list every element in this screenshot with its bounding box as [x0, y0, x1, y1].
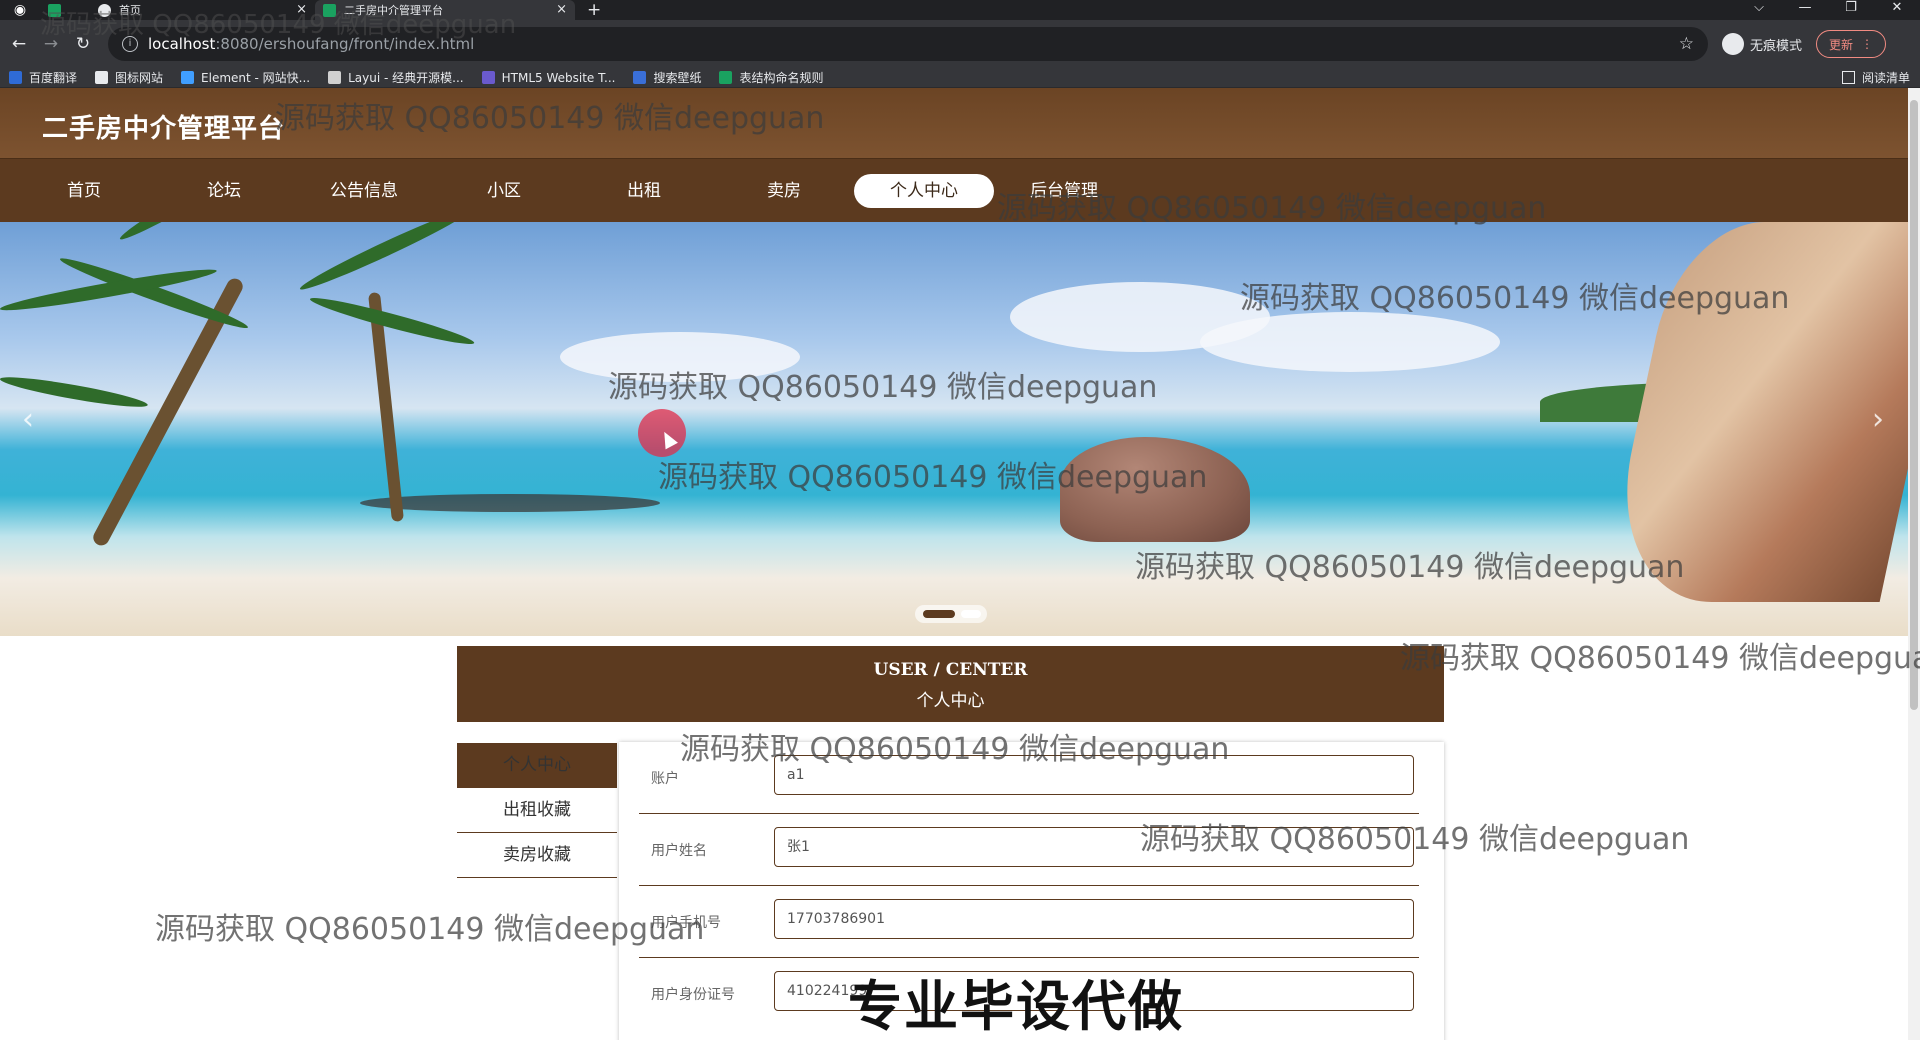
- watermark-text: 源码获取 QQ86050149 微信deepguan: [40, 10, 517, 40]
- carousel-dot[interactable]: [961, 610, 981, 618]
- bookmark-item[interactable]: Layui - 经典开源模...: [319, 69, 472, 86]
- bookmark-item[interactable]: 搜索壁纸: [624, 69, 710, 86]
- kebab-menu-icon[interactable]: ⋮: [1861, 37, 1873, 51]
- watermark-text: 源码获取 QQ86050149 微信deepguan: [275, 101, 825, 136]
- bookmark-item[interactable]: HTML5 Website T...: [473, 71, 625, 85]
- bookmark-item[interactable]: 图标网站: [86, 69, 172, 86]
- carousel-indicators: [915, 605, 987, 623]
- page-scrollbar[interactable]: [1908, 88, 1920, 1040]
- html5-icon: [481, 71, 495, 84]
- user-center-menu: 个人中心 出租收藏 卖房收藏: [457, 743, 617, 878]
- site-title: 二手房中介管理平台: [42, 114, 286, 144]
- watermark-text: 源码获取 QQ86050149 微信deepguan: [658, 460, 1208, 495]
- translate-icon: [9, 71, 22, 84]
- element-icon: [181, 71, 195, 84]
- nav-community[interactable]: 小区: [434, 174, 574, 208]
- reading-list-icon: [1841, 71, 1855, 84]
- reading-list-label: 阅读清单: [1861, 71, 1910, 85]
- bookmark-label: 搜索壁纸: [653, 71, 702, 85]
- bookmark-label: 图标网站: [115, 71, 164, 85]
- nav-user-center[interactable]: 个人中心: [854, 173, 994, 208]
- update-label: 更新: [1829, 37, 1854, 52]
- watermark-text: 源码获取 QQ86050149 微信deepguan: [608, 370, 1158, 405]
- bookmark-label: 表结构命名规则: [739, 71, 824, 85]
- bookmark-item[interactable]: 表结构命名规则: [710, 69, 832, 86]
- user-center-header: USER / CENTER 个人中心: [457, 646, 1444, 722]
- profile-label: 无痕模式: [1750, 38, 1803, 54]
- carousel-next-button[interactable]: ›: [1872, 402, 1884, 437]
- bookmark-label: Layui - 经典开源模...: [348, 71, 464, 85]
- menu-item-rent-favorites[interactable]: 出租收藏: [457, 788, 617, 833]
- nav-notice[interactable]: 公告信息: [294, 174, 434, 208]
- nav-home[interactable]: 首页: [14, 174, 154, 208]
- wallpaper-icon: [633, 71, 647, 84]
- flag-icon: [95, 71, 109, 84]
- update-button[interactable]: 更新 ⋮: [1816, 30, 1887, 58]
- window-controls: ⌵ — ❐ ✕: [1736, 0, 1920, 20]
- browser-menu-icon[interactable]: ◉: [0, 0, 40, 20]
- bookmark-star-icon[interactable]: ☆: [1679, 34, 1694, 54]
- account-label: 账户: [651, 771, 679, 787]
- carousel-dot[interactable]: [923, 610, 955, 618]
- id-number-label: 用户身份证号: [651, 987, 735, 1003]
- incognito-icon: [1722, 33, 1744, 55]
- phone-input[interactable]: 17703786901: [774, 899, 1414, 939]
- scrollbar-thumb[interactable]: [1910, 100, 1918, 710]
- reading-list-button[interactable]: 阅读清单: [1841, 69, 1920, 86]
- form-row-phone: 用户手机号 17703786901: [639, 886, 1419, 958]
- menu-item-profile[interactable]: 个人中心: [457, 743, 617, 788]
- bookmark-label: HTML5 Website T...: [501, 70, 616, 85]
- bookmark-label: 百度翻译: [29, 71, 78, 85]
- carousel-prev-button[interactable]: ‹: [22, 402, 34, 437]
- watermark-text: 源码获取 QQ86050149 微信deepguan: [1240, 281, 1790, 316]
- main-nav: 首页 论坛 公告信息 小区 出租 卖房 个人中心 后台管理: [0, 158, 1908, 222]
- minimize-button[interactable]: —: [1782, 0, 1828, 20]
- incognito-profile[interactable]: 无痕模式: [1722, 33, 1802, 55]
- banner-cloud: [1200, 312, 1500, 372]
- layui-icon: [328, 71, 342, 84]
- name-label: 用户姓名: [651, 843, 707, 859]
- bookmark-item[interactable]: Element - 网站快...: [172, 69, 319, 86]
- nav-sell[interactable]: 卖房: [714, 174, 854, 208]
- menu-item-sell-favorites[interactable]: 卖房收藏: [457, 833, 617, 878]
- close-tab-icon[interactable]: ×: [556, 2, 567, 17]
- watermark-text: 源码获取 QQ86050149 微信deepguan: [1140, 822, 1690, 857]
- user-center-title-cn: 个人中心: [916, 691, 985, 711]
- banner-shore-rock: [360, 494, 660, 512]
- bookmarks-bar: 百度翻译 图标网站 Element - 网站快... Layui - 经典开源模…: [0, 68, 1920, 88]
- close-window-button[interactable]: ✕: [1874, 0, 1920, 20]
- promo-stamp: 专业毕设代做: [848, 975, 1184, 1038]
- tab-search-icon[interactable]: ⌵: [1736, 0, 1782, 20]
- watermark-text: 源码获取 QQ86050149 微信deepguan: [997, 191, 1547, 226]
- nav-forum[interactable]: 论坛: [154, 174, 294, 208]
- watermark-text: 源码获取 QQ86050149 微信deepguan: [1400, 641, 1920, 676]
- watermark-text: 源码获取 QQ86050149 微信deepguan: [680, 732, 1230, 767]
- user-center-title-en: USER / CENTER: [873, 660, 1028, 680]
- nav-rent[interactable]: 出租: [574, 174, 714, 208]
- watermark-text: 源码获取 QQ86050149 微信deepguan: [155, 912, 705, 947]
- watermark-text: 源码获取 QQ86050149 微信deepguan: [1135, 550, 1685, 585]
- new-tab-button[interactable]: +: [575, 0, 613, 20]
- back-icon[interactable]: ←: [4, 34, 34, 54]
- sheet-icon: [719, 71, 733, 84]
- restore-button[interactable]: ❐: [1828, 0, 1874, 20]
- bookmark-item[interactable]: 百度翻译: [0, 69, 86, 86]
- bookmark-label: Element - 网站快...: [201, 71, 311, 85]
